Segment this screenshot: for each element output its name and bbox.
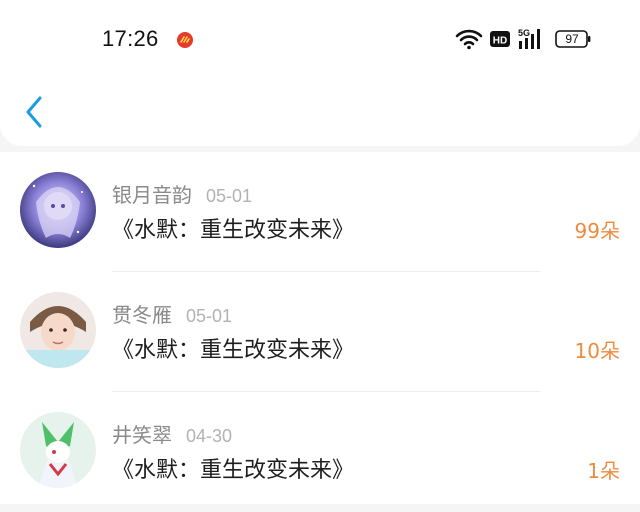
avatar[interactable] <box>20 292 96 368</box>
wifi-icon <box>455 29 483 50</box>
book-title: 《水默：重生改变未来》 <box>112 338 355 363</box>
gift-row[interactable]: 井笑翠 04-30 《水默：重生改变未来》 1朵 <box>0 392 640 512</box>
top-bar: 17:26 HD 5G 97 <box>0 0 640 146</box>
gift-meta: 井笑翠 04-30 <box>112 419 232 448</box>
gift-meta: 贯冬雁 05-01 <box>112 299 232 328</box>
book-title: 《水默：重生改变未来》 <box>112 458 355 483</box>
flower-count: 1朵 <box>587 459 620 483</box>
hd-icon: HD <box>490 31 510 47</box>
flower-count: 99朵 <box>574 219 620 243</box>
notification-app-icon <box>177 32 193 48</box>
back-button[interactable] <box>18 92 52 132</box>
avatar[interactable] <box>20 412 96 488</box>
gift-date: 05-01 <box>186 306 233 326</box>
gift-date: 05-01 <box>206 186 253 206</box>
flower-count: 10朵 <box>574 339 620 363</box>
battery-level: 97 <box>565 32 579 46</box>
status-time: 17:26 <box>102 26 159 51</box>
gift-list: 银月音韵 05-01 《水默：重生改变未来》 99朵 贯冬雁 05-01 《水默：重… <box>0 152 640 504</box>
book-title: 《水默：重生改变未来》 <box>112 218 355 243</box>
signal-5g-icon: 5G <box>518 28 540 49</box>
avatar[interactable] <box>20 172 96 248</box>
user-name: 银月音韵 <box>112 183 192 207</box>
gift-row[interactable]: 贯冬雁 05-01 《水默：重生改变未来》 10朵 <box>0 272 640 392</box>
gift-meta: 银月音韵 05-01 <box>112 179 252 208</box>
user-name: 井笑翠 <box>112 423 172 447</box>
svg-text:5G: 5G <box>518 28 530 38</box>
user-name: 贯冬雁 <box>112 303 172 327</box>
gift-row[interactable]: 银月音韵 05-01 《水默：重生改变未来》 99朵 <box>0 152 640 272</box>
gift-date: 04-30 <box>186 426 233 446</box>
svg-text:HD: HD <box>493 36 507 47</box>
